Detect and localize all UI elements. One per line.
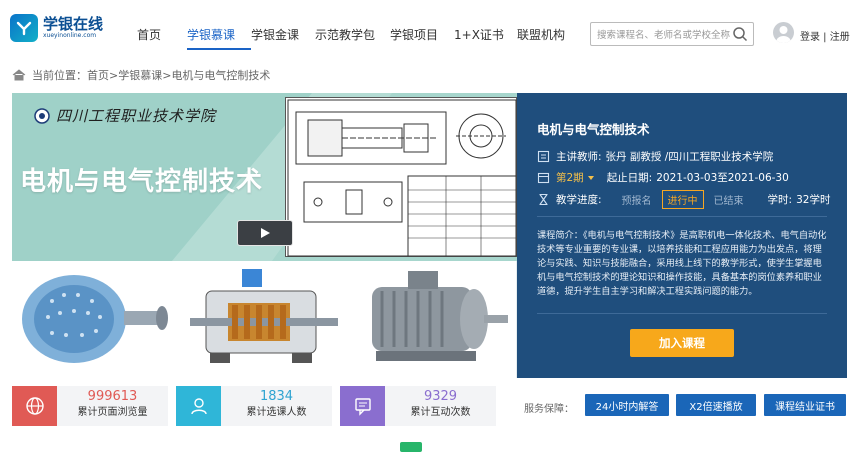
breadcrumb-separator: > <box>162 68 172 82</box>
motor-exterior-photo <box>348 261 516 378</box>
nav-item-teaching-package[interactable]: 示范教学包 <box>315 26 390 43</box>
nav-item-1x-certificate[interactable]: 1+X证书 <box>454 26 517 43</box>
service-label: 服务保障： <box>524 404 574 415</box>
avatar[interactable] <box>773 22 794 43</box>
search-box[interactable]: 搜索课程名、老师名或学校全称 <box>590 22 754 46</box>
period-select[interactable]: 第2期 <box>556 170 584 185</box>
tag-badge <box>400 442 422 452</box>
school-name: 四川工程职业技术学院 <box>56 107 217 125</box>
header: 学银在线 xueyinonline.com 首页 学银慕课 学银金课 示范教学包… <box>0 0 850 62</box>
nav-item-projects[interactable]: 学银项目 <box>390 26 454 43</box>
breadcrumb-current: 电机与电气控制技术 <box>171 69 271 82</box>
service-2x-speed[interactable]: X2倍速播放 <box>676 394 756 416</box>
teacher-icon <box>537 150 550 163</box>
breadcrumb-separator: > <box>109 68 119 82</box>
divider <box>537 216 827 217</box>
join-course-button[interactable]: 加入课程 <box>630 329 734 357</box>
date-label: 起止日期: <box>606 172 653 184</box>
login-register-link[interactable]: 登录 | 注册 <box>800 28 850 43</box>
date-value: 2021-03-03至2021-06-30 <box>656 172 789 184</box>
stage-in-progress: 进行中 <box>661 190 704 209</box>
hourglass-icon <box>539 193 548 206</box>
motor-cutaway-photo <box>180 261 348 378</box>
course-intro: 课程简介：《电机与电气控制技术》是高职机电一体化技术、电气自动化技术等专业重要的… <box>537 230 827 297</box>
calendar-icon <box>537 172 550 184</box>
teacher-row: 主讲教师: 张丹 副教授 /四川工程职业技术学院 <box>537 149 773 164</box>
stat-value: 9329 <box>423 389 458 404</box>
teacher-value: 张丹 副教授 /四川工程职业技术学院 <box>605 151 774 163</box>
stat-value: 999613 <box>87 389 138 404</box>
stage-ended: 已结束 <box>713 196 744 207</box>
logo-mark-icon <box>10 14 38 42</box>
stat-enrollments: 1834 累计选课人数 <box>176 386 332 426</box>
school-emblem-icon <box>34 107 50 124</box>
brand-domain: xueyinonline.com <box>43 32 97 39</box>
motor-photo-strip <box>12 261 517 378</box>
progress-label: 教学进度: <box>556 194 602 206</box>
course-video-banner[interactable]: 四川工程职业技术学院 电机与电气控制技术 <box>12 93 517 378</box>
users-icon <box>176 386 221 426</box>
chat-icon <box>340 386 385 426</box>
service-24h-answer[interactable]: 24小时内解答 <box>585 394 669 416</box>
breadcrumb-prefix: 当前位置： <box>32 69 87 82</box>
home-icon <box>12 69 26 81</box>
nav-item-gold-course[interactable]: 学银金课 <box>251 26 315 43</box>
motor-rotor-photo <box>12 261 180 378</box>
stage-preregister: 预报名 <box>621 196 652 207</box>
teacher-label: 主讲教师: <box>556 151 602 163</box>
stat-interactions: 9329 累计互动次数 <box>340 386 496 426</box>
hours-value: 32学时 <box>796 194 831 206</box>
stat-label: 累计互动次数 <box>410 407 471 418</box>
brand-name: 学银在线 <box>43 15 104 33</box>
stat-page-views: 999613 累计页面浏览量 <box>12 386 168 426</box>
breadcrumb-mooc[interactable]: 学银慕课 <box>118 67 162 83</box>
breadcrumb-home[interactable]: 首页 <box>87 67 109 83</box>
divider <box>537 313 827 314</box>
course-title: 电机与电气控制技术 <box>537 122 650 137</box>
banner-title: 电机与电气控制技术 <box>20 167 264 197</box>
school-logo-block: 四川工程职业技术学院 <box>34 105 216 126</box>
chevron-down-icon[interactable] <box>587 174 595 182</box>
technical-drawing-image <box>285 97 517 257</box>
nav-item-alliance[interactable]: 联盟机构 <box>517 26 577 43</box>
logo[interactable]: 学银在线 xueyinonline.com <box>10 14 103 42</box>
search-icon[interactable] <box>732 26 748 42</box>
nav-item-mooc[interactable]: 学银慕课 <box>187 26 251 50</box>
stat-label: 累计选课人数 <box>246 407 307 418</box>
progress-row: 教学进度: 预报名 进行中 已结束 学时: 32学时 <box>537 190 830 209</box>
main-nav: 首页 学银慕课 学银金课 示范教学包 学银项目 1+X证书 联盟机构 <box>137 26 577 50</box>
service-certificate[interactable]: 课程结业证书 <box>764 394 846 416</box>
breadcrumb: 当前位置： 首页 > 学银慕课 > 电机与电气控制技术 <box>12 67 270 83</box>
search-input[interactable]: 搜索课程名、老师名或学校全称 <box>591 27 731 41</box>
course-info-panel: 电机与电气控制技术 主讲教师: 张丹 副教授 /四川工程职业技术学院 第2期 起… <box>517 93 847 378</box>
nav-item-home[interactable]: 首页 <box>137 26 187 43</box>
globe-icon <box>12 386 57 426</box>
stats-bar: 999613 累计页面浏览量 1834 累计选课人数 9329 累计互动次数 <box>12 386 504 426</box>
stat-label: 累计页面浏览量 <box>77 407 148 418</box>
hours-label: 学时: <box>767 194 793 206</box>
stat-value: 1834 <box>259 389 294 404</box>
date-row: 第2期 起止日期: 2021-03-03至2021-06-30 <box>537 170 789 185</box>
play-icon <box>261 228 270 238</box>
video-play-button[interactable] <box>237 220 293 246</box>
